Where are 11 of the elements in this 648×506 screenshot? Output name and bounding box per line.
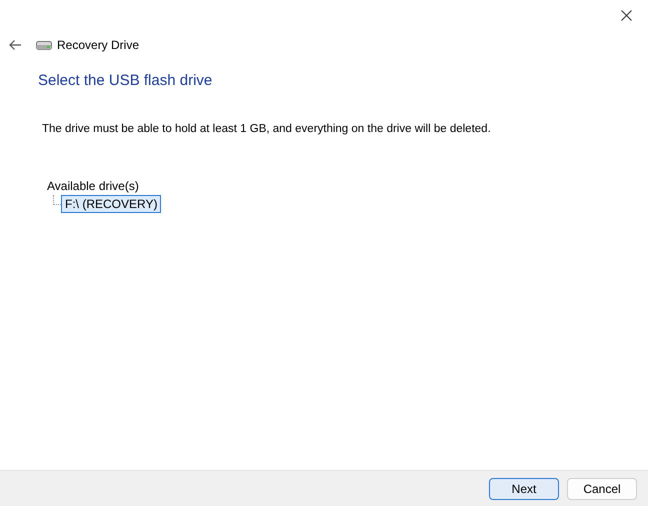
description-text: The drive must be able to hold at least 1 GB, and everything on the drive will be deleted. <box>42 123 492 135</box>
next-button[interactable]: Next <box>489 478 559 500</box>
close-button[interactable] <box>618 7 634 23</box>
close-icon <box>620 10 632 20</box>
cancel-button[interactable]: Cancel <box>567 478 637 500</box>
window-title: Recovery Drive <box>57 38 140 52</box>
page-heading: Select the USB flash drive <box>38 72 214 89</box>
back-button[interactable] <box>8 38 22 52</box>
drive-icon <box>36 40 52 50</box>
tree-label: Available drive(s) <box>47 179 140 193</box>
drive-item[interactable]: F:\ (RECOVERY) <box>61 195 162 213</box>
